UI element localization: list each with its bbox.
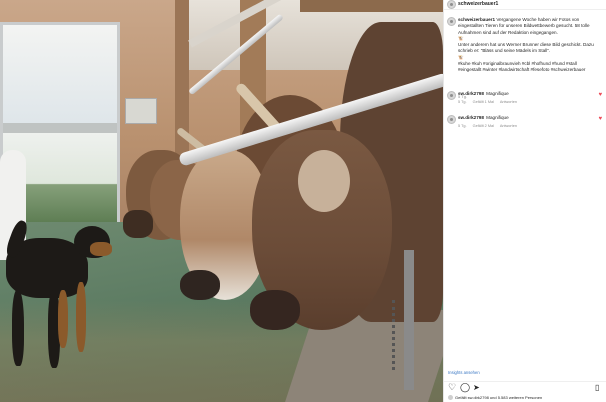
chain bbox=[392, 300, 401, 370]
heart-icon[interactable]: ♥ bbox=[598, 116, 602, 122]
comment-item: sw.dirk2798 Magnifique 5 Tg. Gefällt 2 M… bbox=[447, 114, 604, 136]
caption-text: schweizerbauer1 Vergangene Woche haben w… bbox=[458, 17, 604, 74]
comment-age: 5 Tg. bbox=[458, 100, 467, 104]
cow-muzzle-front bbox=[250, 290, 300, 330]
dog-leg bbox=[76, 282, 86, 352]
caption-line: Aufnahmen sind auf der Redaktion eingega… bbox=[458, 29, 558, 35]
cow-ear-front bbox=[298, 150, 350, 212]
comment-text: sw.dirk2798 Magnifique bbox=[458, 115, 509, 120]
comment-body: Magnifique bbox=[486, 91, 509, 96]
bookmark-icon[interactable]: ▯ bbox=[595, 383, 599, 392]
post-header: schweizerbauer1 bbox=[444, 0, 606, 10]
caption-line: Unter anderem hat uns Werner Brunner die… bbox=[458, 42, 594, 48]
comment-icon[interactable]: ◯ bbox=[460, 383, 470, 392]
dog-snout bbox=[90, 242, 112, 256]
caption-line: 🐮 bbox=[458, 35, 464, 41]
caption-line: schrieb er: "Bläss und seine Mädels im S… bbox=[458, 48, 551, 54]
comment-meta: 5 Tg. Gefällt 1 Mal Antworten bbox=[458, 100, 522, 104]
reply-button[interactable]: Antworten bbox=[500, 100, 517, 104]
heart-icon[interactable]: ♡ bbox=[448, 383, 456, 392]
cow-muzzle-1 bbox=[123, 210, 153, 238]
caption-hashtags[interactable]: #kuhe #kuh #originalbraunvieh #cbl #hofh… bbox=[458, 61, 577, 66]
chain-post bbox=[404, 250, 414, 390]
dog-leg bbox=[12, 290, 24, 366]
avatar bbox=[448, 395, 453, 401]
header-username[interactable]: schweizerbauer1 bbox=[458, 1, 498, 7]
insights-link[interactable]: Insights ansehen bbox=[448, 370, 480, 375]
comment-username[interactable]: sw.dirk2798 bbox=[458, 115, 484, 120]
dog-leg bbox=[58, 290, 68, 348]
comment-username[interactable]: sw.dirk2798 bbox=[458, 91, 484, 96]
comment-text: sw.dirk2798 Magnifique bbox=[458, 91, 509, 96]
comment-item: sw.dirk2798 Magnifique 5 Tg. Gefällt 1 M… bbox=[447, 90, 604, 112]
caption-line: 🐮 bbox=[458, 54, 464, 60]
share-icon[interactable]: ➤ bbox=[473, 383, 480, 392]
comment-meta: 5 Tg. Gefällt 2 Mal Antworten bbox=[458, 124, 522, 128]
instagram-post-view: schweizerbauer1 schweizerbauer1 Vergange… bbox=[0, 0, 606, 402]
roof-beam bbox=[300, 0, 443, 12]
action-bar: ♡ ◯ ➤ ▯ bbox=[444, 381, 606, 393]
post-photo[interactable] bbox=[0, 0, 443, 402]
comment-likes[interactable]: Gefällt 2 Mal bbox=[473, 124, 494, 128]
electrical-box bbox=[125, 98, 157, 124]
caption-username[interactable]: schweizerbauer1 bbox=[458, 17, 495, 22]
avatar[interactable] bbox=[447, 91, 456, 100]
avatar[interactable] bbox=[447, 115, 456, 124]
cow-muzzle-3 bbox=[180, 270, 220, 300]
likes-summary[interactable]: Gefällt sw.dirk2798 und 5.583 weiteren P… bbox=[448, 395, 543, 401]
likes-text: Gefällt sw.dirk2798 und 5.583 weiteren P… bbox=[455, 395, 543, 400]
heart-icon[interactable]: ♥ bbox=[598, 92, 602, 98]
caption-line: Vergangene Woche haben wir Fotos von bbox=[496, 17, 580, 22]
caption-line: eingestallten Tieren für unseren Bildwet… bbox=[458, 23, 590, 29]
comment-age: 5 Tg. bbox=[458, 124, 467, 128]
post-sidebar: schweizerbauer1 schweizerbauer1 Vergange… bbox=[443, 0, 606, 402]
caption-hashtags[interactable]: #eingestallt #winter #landwirtschaft #fe… bbox=[458, 67, 585, 72]
reply-button[interactable]: Antworten bbox=[500, 124, 517, 128]
avatar[interactable] bbox=[447, 0, 456, 9]
avatar[interactable] bbox=[447, 17, 456, 26]
comment-likes[interactable]: Gefällt 1 Mal bbox=[473, 100, 494, 104]
comment-body: Magnifique bbox=[486, 115, 509, 120]
